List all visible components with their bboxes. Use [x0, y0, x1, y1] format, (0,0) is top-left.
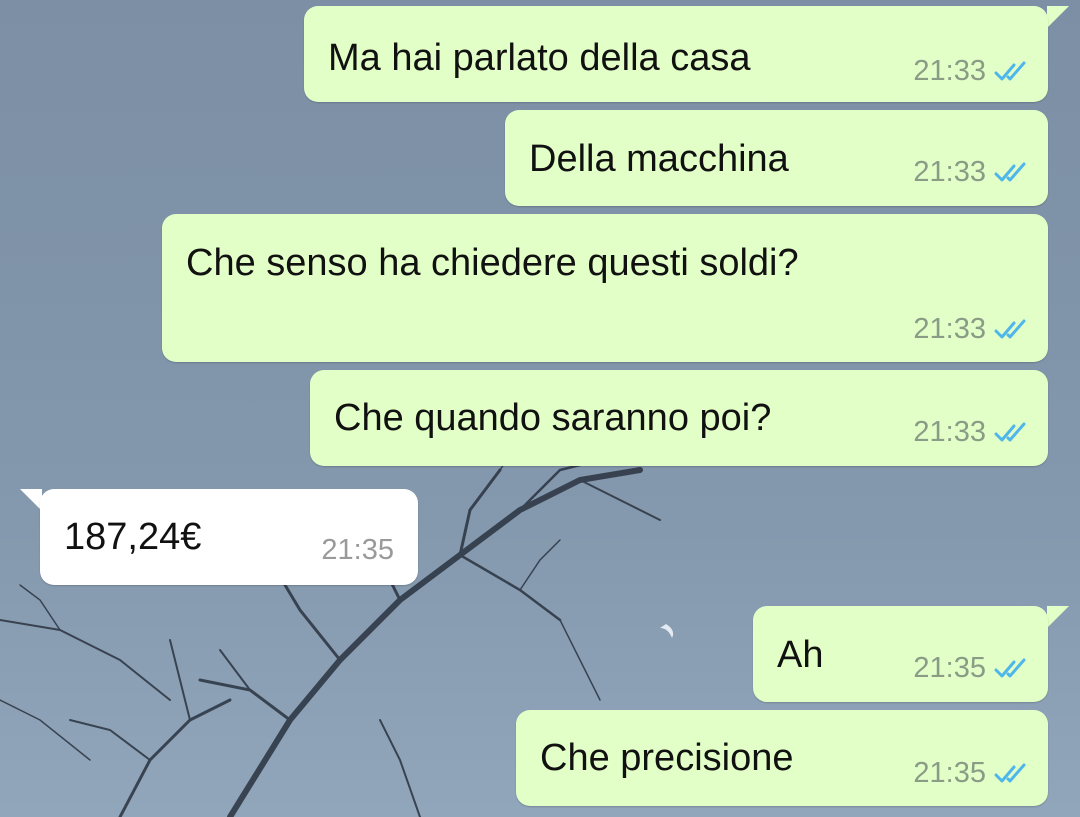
double-check-icon [994, 61, 1026, 80]
outgoing-message-bubble[interactable]: Della macchina 21:33 [505, 110, 1048, 206]
message-meta: 21:35 [321, 536, 394, 565]
message-meta: 21:33 [913, 57, 1030, 86]
message-timestamp: 21:33 [913, 416, 986, 448]
double-check-icon [994, 763, 1026, 782]
outgoing-message-bubble[interactable]: Ah 21:35 [753, 606, 1048, 702]
outgoing-message-bubble[interactable]: Che senso ha chiedere questi soldi? 21:3… [162, 214, 1048, 362]
message-timestamp: 21:35 [321, 534, 394, 566]
message-meta: 21:33 [913, 315, 1030, 344]
outgoing-bubble-tail [1047, 606, 1069, 628]
outgoing-message-bubble[interactable]: Che precisione 21:35 [516, 710, 1048, 806]
message-timestamp: 21:35 [913, 757, 986, 789]
message-meta: 21:33 [913, 418, 1030, 447]
outgoing-message-bubble[interactable]: Ma hai parlato della casa 21:33 [304, 6, 1048, 102]
message-text: Ma hai parlato della casa [328, 37, 751, 79]
incoming-message-bubble[interactable]: 187,24€ 21:35 [40, 489, 418, 585]
message-text: Della macchina [529, 138, 789, 180]
message-meta: 21:35 [913, 759, 1030, 788]
message-text: Ah [777, 634, 824, 676]
message-text: Che quando saranno poi? [334, 397, 772, 439]
incoming-bubble-tail [20, 489, 42, 511]
outgoing-bubble-tail [1047, 6, 1069, 28]
message-text: Che precisione [540, 737, 794, 779]
message-text: Che senso ha chiedere questi soldi? [186, 242, 799, 284]
message-timestamp: 21:33 [913, 55, 986, 87]
message-text: 187,24€ [64, 516, 202, 558]
message-timestamp: 21:33 [913, 313, 986, 345]
double-check-icon [994, 319, 1026, 338]
message-timestamp: 21:33 [913, 156, 986, 188]
message-meta: 21:35 [913, 654, 1030, 683]
outgoing-message-bubble[interactable]: Che quando saranno poi? 21:33 [310, 370, 1048, 466]
double-check-icon [994, 162, 1026, 181]
message-meta: 21:33 [913, 158, 1030, 187]
double-check-icon [994, 658, 1026, 677]
double-check-icon [994, 422, 1026, 441]
message-timestamp: 21:35 [913, 652, 986, 684]
